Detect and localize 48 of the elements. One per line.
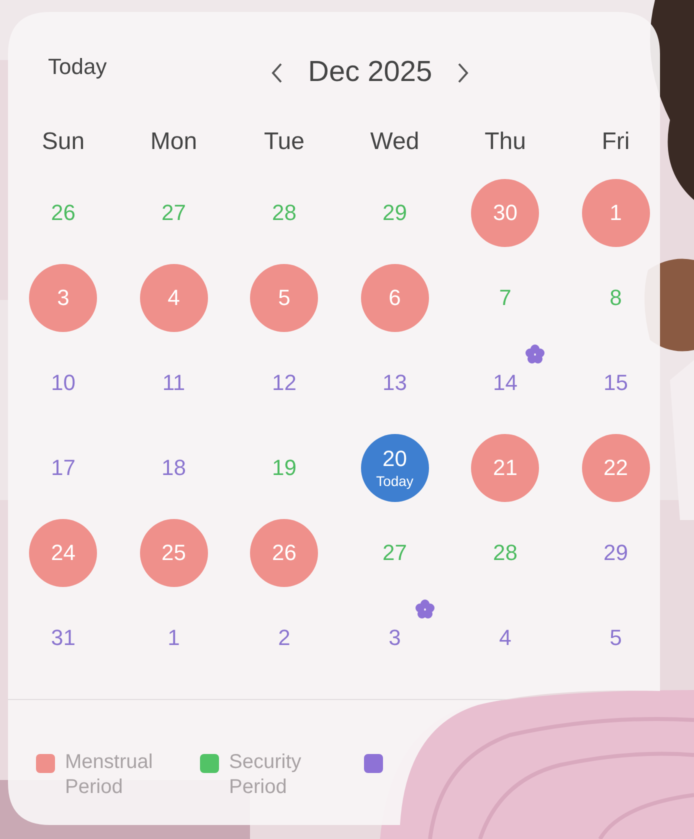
day-cell[interactable]: 5 bbox=[250, 264, 318, 332]
day-cell[interactable]: 21 bbox=[471, 434, 540, 502]
day-cell[interactable]: 3 bbox=[29, 264, 98, 332]
day-cell[interactable]: 7 bbox=[471, 264, 540, 332]
chevron-right-icon[interactable] bbox=[456, 60, 470, 84]
day-cell[interactable]: 19 bbox=[250, 434, 318, 502]
day-cell[interactable]: 4 bbox=[140, 264, 208, 332]
day-cell[interactable]: 30 bbox=[471, 178, 540, 246]
day-cell[interactable]: 20 Today bbox=[360, 434, 429, 502]
day-cell[interactable]: 3 bbox=[360, 604, 429, 672]
weekday-label: Wed bbox=[370, 128, 420, 156]
day-cell[interactable]: 11 bbox=[140, 348, 208, 416]
legend-label: Menstrual Period bbox=[65, 750, 154, 800]
day-cell[interactable]: 1 bbox=[582, 178, 650, 246]
day-cell[interactable]: 29 bbox=[582, 518, 650, 586]
day-cell[interactable]: 2 bbox=[250, 604, 318, 672]
day-cell[interactable]: 17 bbox=[29, 434, 98, 502]
today-button[interactable]: Today bbox=[46, 52, 109, 82]
day-cell[interactable]: 27 bbox=[140, 178, 208, 246]
day-cell[interactable]: 13 bbox=[360, 348, 429, 416]
day-cell[interactable]: 22 bbox=[582, 434, 650, 502]
day-cell[interactable]: 12 bbox=[250, 348, 318, 416]
weekday-label: Mon bbox=[150, 128, 198, 156]
day-cell[interactable]: 1 bbox=[140, 604, 208, 672]
legend-label: Security Period bbox=[229, 750, 302, 800]
day-cell[interactable]: 26 bbox=[250, 518, 318, 586]
day-cell[interactable]: 5 bbox=[582, 604, 650, 672]
day-cell[interactable]: 24 bbox=[29, 518, 98, 586]
day-cell[interactable]: 28 bbox=[471, 518, 540, 586]
day-cell[interactable]: 18 bbox=[140, 434, 208, 502]
weekday-label: Fri bbox=[602, 128, 630, 156]
weekday-label: Sun bbox=[42, 128, 85, 156]
day-cell[interactable]: 14 bbox=[471, 348, 540, 416]
day-cell[interactable]: 31 bbox=[29, 604, 98, 672]
day-cell[interactable]: 10 bbox=[29, 348, 98, 416]
day-cell[interactable]: 29 bbox=[360, 178, 429, 246]
weekday-label: Thu bbox=[484, 128, 526, 156]
month-title: Dec 2025 bbox=[308, 56, 432, 89]
weekday-label: Tue bbox=[264, 128, 304, 156]
day-cell[interactable]: 15 bbox=[582, 348, 650, 416]
day-cell[interactable]: 26 bbox=[29, 178, 98, 246]
chevron-left-icon[interactable] bbox=[270, 60, 284, 84]
day-cell[interactable]: 28 bbox=[250, 178, 318, 246]
day-cell[interactable]: 8 bbox=[582, 264, 650, 332]
day-cell[interactable]: 4 bbox=[471, 604, 540, 672]
day-cell[interactable]: 6 bbox=[360, 264, 429, 332]
day-cell[interactable]: 27 bbox=[360, 518, 429, 586]
day-cell[interactable]: 25 bbox=[140, 518, 208, 586]
